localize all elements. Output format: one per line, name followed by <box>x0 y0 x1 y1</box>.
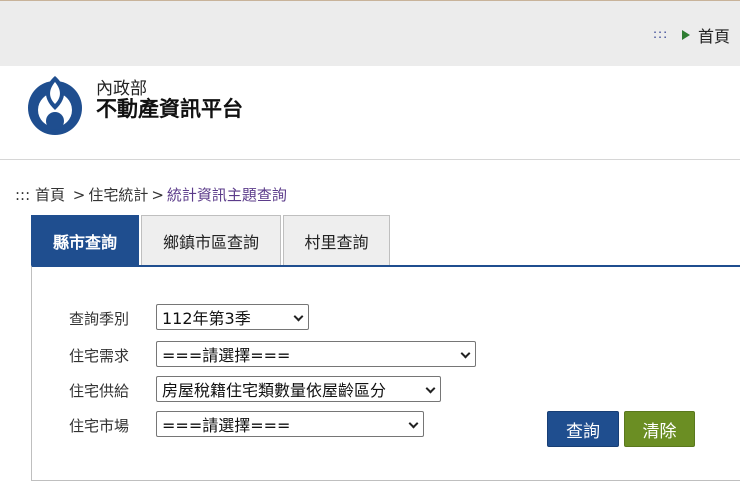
chevron-down-icon <box>408 418 419 429</box>
home-link[interactable]: 首頁 <box>682 23 730 47</box>
chevron-down-icon <box>293 311 304 322</box>
clear-button[interactable]: 清除 <box>624 411 695 447</box>
breadcrumb-section[interactable]: 住宅統計 <box>88 186 148 204</box>
tab-county[interactable]: 縣市查詢 <box>31 215 139 266</box>
supply-label: 住宅供給 <box>69 382 130 400</box>
tab-village[interactable]: 村里查詢 <box>283 215 390 266</box>
market-label: 住宅市場 <box>69 417 130 435</box>
triangle-right-icon <box>682 30 690 40</box>
breadcrumb-home[interactable]: 首頁 <box>35 186 65 204</box>
query-button[interactable]: 查詢 <box>547 411 619 447</box>
site-header: 內政部 不動產資訊平台 <box>0 66 740 160</box>
season-label: 查詢季別 <box>69 310 130 328</box>
market-select[interactable]: ===請選擇=== <box>156 411 424 437</box>
moi-logo-icon[interactable] <box>24 74 86 136</box>
chevron-down-icon <box>460 348 471 359</box>
breadcrumb-anchor[interactable]: ::: <box>15 186 30 204</box>
supply-select[interactable]: 房屋稅籍住宅類數量依屋齡區分 <box>156 376 441 402</box>
season-select[interactable]: 112年第3季 <box>156 304 309 330</box>
tab-township[interactable]: 鄉鎮市區查詢 <box>141 215 281 266</box>
demand-label: 住宅需求 <box>69 347 130 365</box>
breadcrumb: ::: 首頁 > 住宅統計 > 統計資訊主題查詢 <box>15 184 287 205</box>
market-select-value: ===請選擇=== <box>162 416 291 435</box>
home-link-label: 首頁 <box>698 27 731 46</box>
demand-select-value: ===請選擇=== <box>162 346 291 365</box>
top-utility-bar: ::: 首頁 <box>0 0 740 66</box>
accesskey-anchor[interactable]: ::: <box>653 27 668 41</box>
demand-select[interactable]: ===請選擇=== <box>156 341 476 367</box>
query-form-panel: 查詢季別 112年第3季 住宅需求 ===請選擇=== 住宅供給 房屋稅籍住宅類… <box>31 265 740 481</box>
breadcrumb-separator: > <box>72 186 86 204</box>
supply-select-value: 房屋稅籍住宅類數量依屋齡區分 <box>162 381 387 400</box>
breadcrumb-current: 統計資訊主題查詢 <box>166 186 287 204</box>
site-title[interactable]: 不動產資訊平台 <box>96 96 246 123</box>
query-tabs: 縣市查詢 鄉鎮市區查詢 村里查詢 <box>31 215 392 266</box>
chevron-down-icon <box>425 383 436 394</box>
season-select-value: 112年第3季 <box>162 309 251 328</box>
breadcrumb-separator: > <box>151 186 164 204</box>
